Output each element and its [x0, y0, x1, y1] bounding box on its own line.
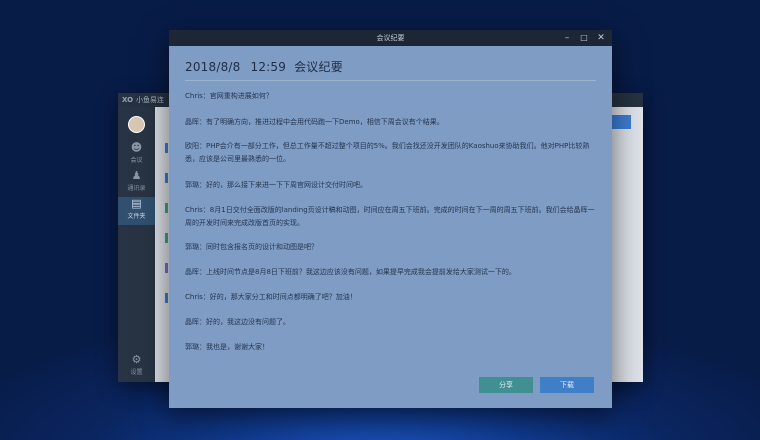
window-title: 会议纪要	[376, 34, 405, 42]
notes-date: 2018/8/8	[185, 60, 241, 74]
avatar[interactable]	[128, 116, 145, 133]
sidebar-item-label: 会议	[130, 157, 143, 164]
note-line: Chris：好的，那大家分工和时间点都明确了吧？加油！	[185, 293, 357, 301]
contacts-icon: ♟	[131, 169, 142, 182]
sidebar-item-label: 文件夹	[127, 213, 146, 220]
sidebar-item-label: 通讯录	[127, 185, 146, 192]
maximize-icon[interactable]: □	[577, 30, 591, 46]
note-line: Chris：官网重构进展如何？	[185, 92, 273, 100]
background-app-title: 小鱼易连	[136, 96, 164, 104]
list-item-marker	[165, 143, 168, 153]
list-item-marker	[165, 263, 168, 273]
note-line: 郭璐：我也是，谢谢大家！	[185, 343, 269, 351]
note-line: Chris：8月1日交付全面改版的landing页设计稿和动图，时间应在周五下班…	[185, 206, 595, 227]
header-divider	[185, 80, 596, 81]
sidebar-item-folder[interactable]: ▤ 文件夹	[118, 197, 155, 225]
note-line: 晶晖：有了明确方向，推进过程中会用代码跑一下Demo，相信下周会议有个结果。	[185, 118, 444, 126]
note-line: 郭璐：同时包含报名页的设计和动图是吧？	[185, 243, 318, 251]
close-icon[interactable]: ✕	[594, 30, 608, 46]
list-item-marker	[165, 293, 168, 303]
notes-time: 12:59	[250, 60, 287, 74]
sidebar-item-label: 设置	[130, 369, 143, 376]
sidebar-item-contacts[interactable]: ♟ 通讯录	[118, 169, 155, 197]
list-item-marker	[165, 233, 168, 243]
share-button[interactable]: 分享	[479, 377, 533, 393]
note-line: 晶晖：上线时间节点是8月8日下班前？我这边应该没有问题，如果提早完成我会提前发给…	[185, 268, 516, 276]
note-line: 晶晖：好的，我这边没有问题了。	[185, 318, 290, 326]
background-sidebar: ☻ 会议 ♟ 通讯录 ▤ 文件夹 ⚙ 设置	[118, 107, 155, 382]
window-titlebar: 会议纪要 – □ ✕	[169, 30, 612, 46]
notes-header: 2018/8/8 12:59 会议纪要	[185, 58, 343, 75]
list-item-marker	[165, 203, 168, 213]
list-item-marker	[165, 173, 168, 183]
people-icon: ☻	[130, 141, 143, 154]
download-button[interactable]: 下载	[540, 377, 594, 393]
meeting-notes-window: 会议纪要 – □ ✕ 2018/8/8 12:59 会议纪要 Chris：官网重构进…	[169, 30, 612, 408]
page-title: 会议纪要	[294, 60, 343, 74]
background-action-button[interactable]	[609, 115, 631, 129]
minimize-icon[interactable]: –	[560, 30, 574, 46]
note-line: 郭璐：好的，那么接下来进一下下周官网设计交付时间吧。	[185, 181, 367, 189]
gear-icon: ⚙	[131, 353, 142, 366]
sidebar-item-settings[interactable]: ⚙ 设置	[118, 353, 155, 381]
folder-icon: ▤	[131, 197, 142, 210]
note-line: 欧阳：PHP会介有一部分工作，但总工作量不超过整个项目的5%。我们会找还没开发团…	[185, 142, 590, 163]
app-logo-icon: XO	[122, 96, 134, 104]
sidebar-item-meetings[interactable]: ☻ 会议	[118, 141, 155, 169]
